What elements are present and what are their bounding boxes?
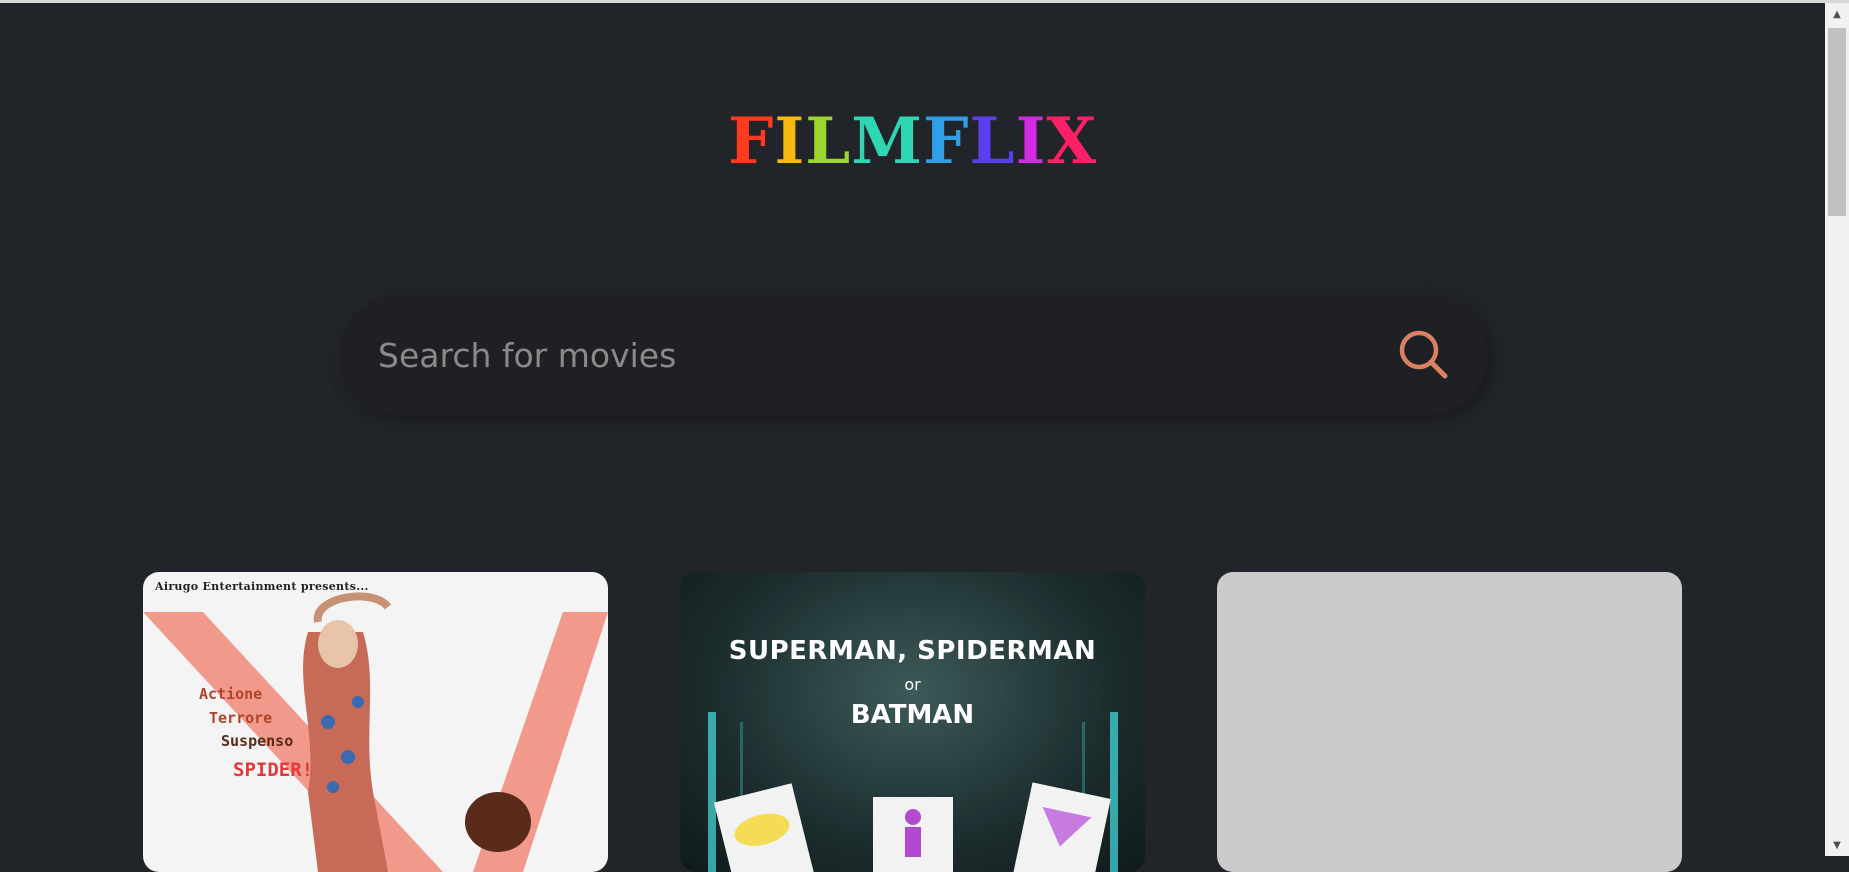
app-page: FILMFLIX Airugo Entertainment presents..… — [0, 3, 1825, 872]
movie-card[interactable]: Airugo Entertainment presents... Actione… — [143, 572, 608, 872]
logo-letter: I — [774, 104, 806, 179]
search-icon[interactable] — [1394, 325, 1454, 385]
vertical-scrollbar[interactable]: ▲ ▼ — [1825, 3, 1849, 856]
poster-text-line: Terrore — [209, 709, 273, 727]
search-bar — [338, 295, 1488, 415]
logo-letter: M — [851, 104, 924, 179]
logo-letter: L — [805, 104, 852, 179]
scrollbar-thumb[interactable] — [1828, 28, 1846, 216]
poster-text-line: Suspenso — [221, 732, 294, 750]
movie-card-placeholder[interactable] — [1217, 572, 1682, 872]
filmflix-logo: FILMFLIX — [0, 107, 1825, 177]
logo-letter: I — [1015, 104, 1047, 179]
poster-title-text: BATMAN — [850, 700, 975, 730]
scroll-up-arrow-icon[interactable]: ▲ — [1825, 7, 1849, 23]
poster-presenter-text: Airugo Entertainment presents... — [155, 580, 369, 593]
search-input[interactable] — [378, 320, 1318, 390]
movie-card[interactable]: SUPERMAN, SPIDERMAN or BATMAN — [680, 572, 1145, 872]
poster-text-line: or — [904, 675, 921, 694]
poster-title-text: SUPERMAN, SPIDERMAN — [728, 636, 1097, 666]
poster-text-line: Actione — [199, 685, 263, 703]
logo-letter: F — [923, 104, 970, 179]
scroll-down-arrow-icon[interactable]: ▼ — [1825, 838, 1849, 854]
poster-title-text: SPIDER! — [233, 759, 314, 781]
logo-letter: L — [969, 104, 1016, 179]
logo-letter: X — [1046, 104, 1098, 179]
logo-letter: F — [727, 104, 775, 179]
